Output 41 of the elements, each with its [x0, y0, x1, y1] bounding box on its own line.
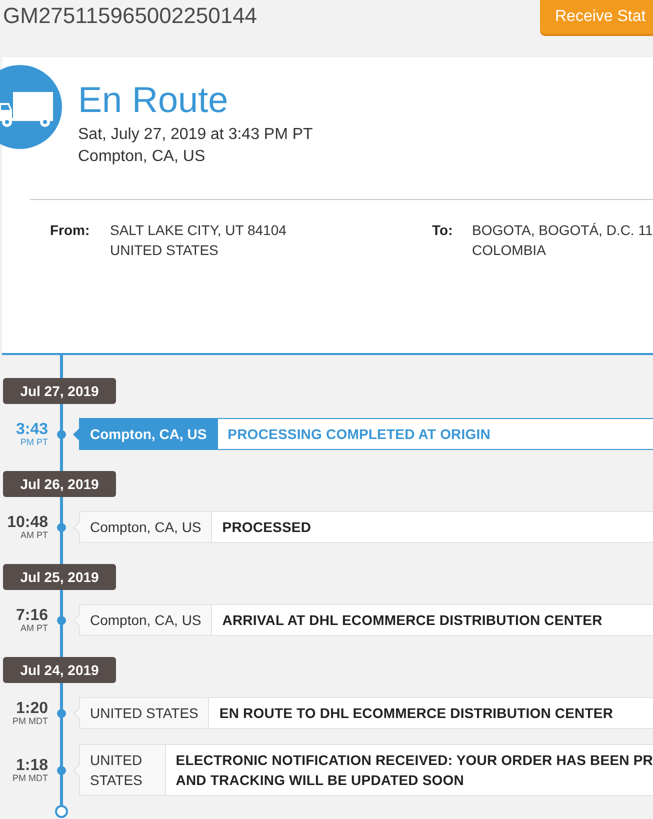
event-description: PROCESSING COMPLETED AT ORIGIN	[226, 425, 492, 444]
event-time-zone: PM MDT	[12, 772, 48, 782]
event-time: 1:18	[16, 758, 48, 772]
timeline-dot-icon	[57, 522, 66, 532]
event-location: Compton, CA, US	[80, 605, 212, 635]
address-line: SALT LAKE CITY, UT 84104	[110, 221, 286, 240]
event-description: EN ROUTE TO DHL ECOMMERCE DISTRIBUTION CENTER	[218, 704, 614, 723]
event-time: 10:48	[7, 514, 48, 530]
event-time: 1:20	[16, 700, 48, 716]
receive-status-button[interactable]: Receive Stat	[540, 0, 653, 36]
event-location: Compton, CA, US	[80, 419, 218, 449]
status-datetime: Sat, July 27, 2019 at 3:43 PM PT	[78, 125, 313, 145]
date-badge: Jul 24, 2019	[3, 657, 116, 683]
event-time: 7:16	[16, 608, 48, 622]
address-line: UNITED STATES	[110, 241, 218, 260]
event-location: UNITED STATES	[80, 745, 166, 795]
event-description: ARRIVAL AT DHL ECOMMERCE DISTRIBUTION CENTER	[221, 611, 604, 630]
status-location: Compton, CA, US	[78, 147, 206, 167]
address-label: From:	[50, 221, 90, 240]
date-badge: Jul 26, 2019	[3, 471, 116, 497]
address-label: To:	[432, 221, 453, 240]
tracking-number: GM275115965002250144	[3, 3, 258, 29]
timeline-dot-icon	[57, 616, 66, 624]
event-time: 3:43	[16, 422, 48, 436]
status-title: En Route	[78, 80, 230, 120]
date-badge: Jul 27, 2019	[3, 378, 116, 404]
event-description: ELECTRONIC NOTIFICATION RECEIVED: YOUR ORDER HAS BEEN PR AND TRACKING WILL BE UPDATED SOON	[174, 751, 653, 790]
event-location: Compton, CA, US	[80, 512, 212, 542]
event-location: UNITED STATES	[80, 698, 210, 728]
address-line: COLOMBIA	[472, 241, 546, 260]
timeline-dot-icon	[57, 430, 66, 438]
event-time-zone: PM MDT	[12, 716, 48, 726]
event-description: PROCESSED	[221, 518, 312, 537]
address-line: BOGOTA, BOGOTÁ, D.C. 11	[472, 221, 653, 240]
date-badge: Jul 25, 2019	[3, 564, 116, 590]
timeline-end-ring-icon	[55, 805, 68, 818]
event-time-zone: AM PT	[20, 530, 48, 540]
event-time-zone: PM PT	[20, 436, 48, 446]
timeline-dot-icon	[57, 708, 66, 718]
event-time-zone: AM PT	[20, 622, 48, 632]
timeline-dot-icon	[57, 766, 66, 774]
